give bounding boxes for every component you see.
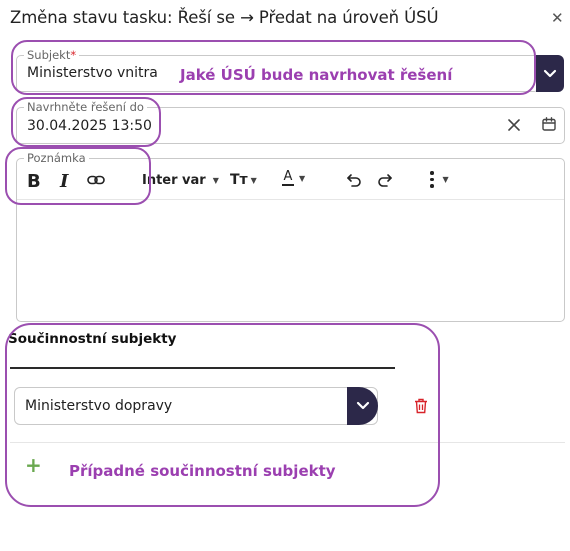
deadline-value[interactable]: 30.04.2025 13:50 <box>27 118 152 134</box>
subject-annotation: Jaké ÚSÚ bude navrhovat řešení <box>180 66 453 84</box>
bold-button[interactable]: B <box>27 171 41 192</box>
italic-button[interactable]: I <box>60 171 68 192</box>
calendar-icon[interactable] <box>541 116 557 136</box>
required-mark: * <box>70 48 77 62</box>
deadline-label: Navrhněte řešení do <box>24 100 147 114</box>
more-vertical-icon <box>430 171 434 188</box>
delete-icon[interactable] <box>414 398 428 418</box>
link-icon[interactable] <box>87 174 105 186</box>
font-size-select[interactable]: Tт ▼ <box>230 172 257 188</box>
caret-down-icon: ▼ <box>299 173 306 183</box>
dialog-title: Změna stavu tasku: Řeší se → Předat na ú… <box>10 8 439 27</box>
section-underline <box>10 367 395 369</box>
row-divider <box>10 442 565 443</box>
undo-icon[interactable] <box>345 172 363 188</box>
chevron-down-icon <box>356 401 369 410</box>
cooperating-title: Součinnostní subjekty <box>8 331 177 347</box>
close-icon[interactable]: ✕ <box>551 9 564 27</box>
cooperating-annotation: Případné součinnostní subjekty <box>69 462 336 480</box>
add-subject-button[interactable]: + <box>25 453 42 477</box>
text-color-select[interactable]: A ▼ <box>282 170 305 186</box>
font-family-select[interactable]: Inter var ▼ <box>142 173 219 188</box>
redo-icon[interactable] <box>376 172 394 188</box>
chevron-down-icon <box>543 69 557 77</box>
note-label: Poznámka <box>24 151 89 165</box>
cooperating-value: Ministerstvo dopravy <box>25 398 173 414</box>
more-options-button[interactable]: ▼ <box>430 171 449 188</box>
subject-label: Subjekt* <box>24 48 80 62</box>
caret-down-icon: ▼ <box>212 176 219 185</box>
clear-icon[interactable] <box>507 117 521 136</box>
toolbar-divider <box>17 199 564 200</box>
color-underline <box>282 184 294 186</box>
caret-down-icon: ▼ <box>442 174 449 184</box>
caret-down-icon: ▼ <box>250 175 257 185</box>
subject-value: Ministerstvo vnitra <box>27 65 158 81</box>
subject-dropdown-button[interactable] <box>536 55 564 92</box>
